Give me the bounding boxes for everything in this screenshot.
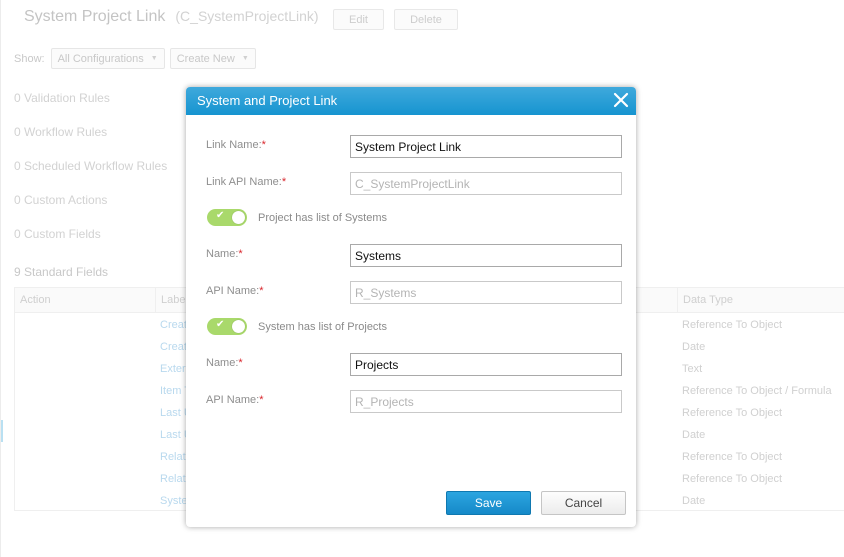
custom-actions-link[interactable]: 0 Custom Actions bbox=[14, 193, 107, 207]
required-marker: * bbox=[238, 248, 243, 260]
configurations-dropdown-value: All Configurations bbox=[57, 52, 144, 65]
create-new-dropdown[interactable]: Create New ▼ bbox=[169, 48, 256, 69]
link-dialog: System and Project Link Link Name:* Link… bbox=[186, 87, 636, 527]
project-has-systems-toggle[interactable]: ✔ bbox=[207, 209, 247, 226]
scroll-indicator bbox=[1, 420, 3, 442]
systems-name-input[interactable] bbox=[350, 244, 622, 267]
required-marker: * bbox=[261, 139, 266, 151]
systems-name-label: Name:* bbox=[206, 248, 243, 260]
chevron-down-icon: ▼ bbox=[241, 55, 249, 62]
projects-api-name-label: API Name:* bbox=[206, 394, 263, 406]
column-header-action[interactable]: Action bbox=[15, 288, 51, 313]
required-marker: * bbox=[259, 285, 264, 297]
projects-api-name-label-text: API Name: bbox=[206, 394, 260, 406]
field-data-type: Reference To Object / Formula bbox=[682, 385, 832, 397]
show-label: Show: bbox=[14, 52, 45, 65]
projects-name-label-text: Name: bbox=[206, 357, 239, 369]
field-data-type: Reference To Object bbox=[682, 319, 783, 331]
systems-api-name-label-text: API Name: bbox=[206, 285, 260, 297]
toggle-knob bbox=[232, 320, 245, 333]
toggle-knob bbox=[232, 211, 245, 224]
required-marker: * bbox=[259, 394, 264, 406]
column-header-label[interactable]: Label bbox=[155, 288, 188, 313]
check-icon: ✔ bbox=[216, 319, 225, 330]
field-data-type: Reference To Object bbox=[682, 473, 783, 485]
field-data-type: Date bbox=[682, 495, 706, 507]
cancel-button[interactable]: Cancel bbox=[541, 491, 626, 515]
systems-api-name-input[interactable] bbox=[350, 281, 622, 304]
project-has-systems-label: Project has list of Systems bbox=[258, 211, 387, 224]
system-has-projects-toggle[interactable]: ✔ bbox=[207, 318, 247, 335]
workflow-rules-link[interactable]: 0 Workflow Rules bbox=[14, 125, 107, 139]
systems-api-name-label: API Name:* bbox=[206, 285, 263, 297]
dialog-title: System and Project Link bbox=[197, 93, 338, 108]
configurations-dropdown[interactable]: All Configurations ▼ bbox=[50, 48, 165, 69]
field-data-type: Date bbox=[682, 429, 706, 441]
link-api-name-input[interactable] bbox=[350, 172, 622, 195]
column-header-data-type[interactable]: Data Type bbox=[677, 288, 733, 313]
link-name-label: Link Name:* bbox=[206, 139, 266, 151]
systems-name-label-text: Name: bbox=[206, 248, 239, 260]
delete-button[interactable]: Delete bbox=[394, 9, 458, 30]
field-data-type: Text bbox=[682, 363, 703, 375]
field-data-type: Reference To Object bbox=[682, 407, 783, 419]
link-name-input[interactable] bbox=[350, 135, 622, 158]
system-has-projects-label: System has list of Projects bbox=[258, 320, 387, 333]
required-marker: * bbox=[238, 357, 243, 369]
required-marker: * bbox=[281, 176, 287, 188]
edit-button[interactable]: Edit bbox=[333, 9, 384, 30]
link-api-name-label: Link API Name:* bbox=[206, 176, 286, 188]
field-data-type: Date bbox=[682, 341, 706, 353]
page-api-name: (C_SystemProjectLink) bbox=[175, 8, 319, 24]
standard-fields-title: 9 Standard Fields bbox=[14, 265, 109, 279]
page-header: System Project Link (C_SystemProjectLink… bbox=[24, 8, 319, 26]
projects-api-name-input[interactable] bbox=[350, 390, 622, 413]
create-new-label: Create New bbox=[176, 52, 235, 65]
page-title: System Project Link bbox=[24, 8, 166, 25]
scheduled-workflow-rules-link[interactable]: 0 Scheduled Workflow Rules bbox=[14, 159, 167, 173]
link-api-name-label-text: Link API Name: bbox=[206, 176, 282, 188]
chevron-down-icon: ▼ bbox=[150, 55, 158, 62]
custom-fields-link[interactable]: 0 Custom Fields bbox=[14, 227, 101, 241]
show-filter-row: Show: All Configurations ▼ Create New ▼ bbox=[14, 48, 261, 69]
link-name-label-text: Link Name: bbox=[206, 139, 262, 151]
save-button[interactable]: Save bbox=[446, 491, 531, 515]
project-systems-toggle-row: ✔ Project has list of Systems bbox=[207, 209, 387, 226]
check-icon: ✔ bbox=[216, 210, 225, 221]
close-icon[interactable] bbox=[612, 91, 630, 109]
projects-name-input[interactable] bbox=[350, 353, 622, 376]
projects-name-label: Name:* bbox=[206, 357, 243, 369]
dialog-header: System and Project Link bbox=[186, 87, 636, 115]
system-projects-toggle-row: ✔ System has list of Projects bbox=[207, 318, 387, 335]
field-data-type: Reference To Object bbox=[682, 451, 783, 463]
validation-rules-link[interactable]: 0 Validation Rules bbox=[14, 91, 110, 105]
